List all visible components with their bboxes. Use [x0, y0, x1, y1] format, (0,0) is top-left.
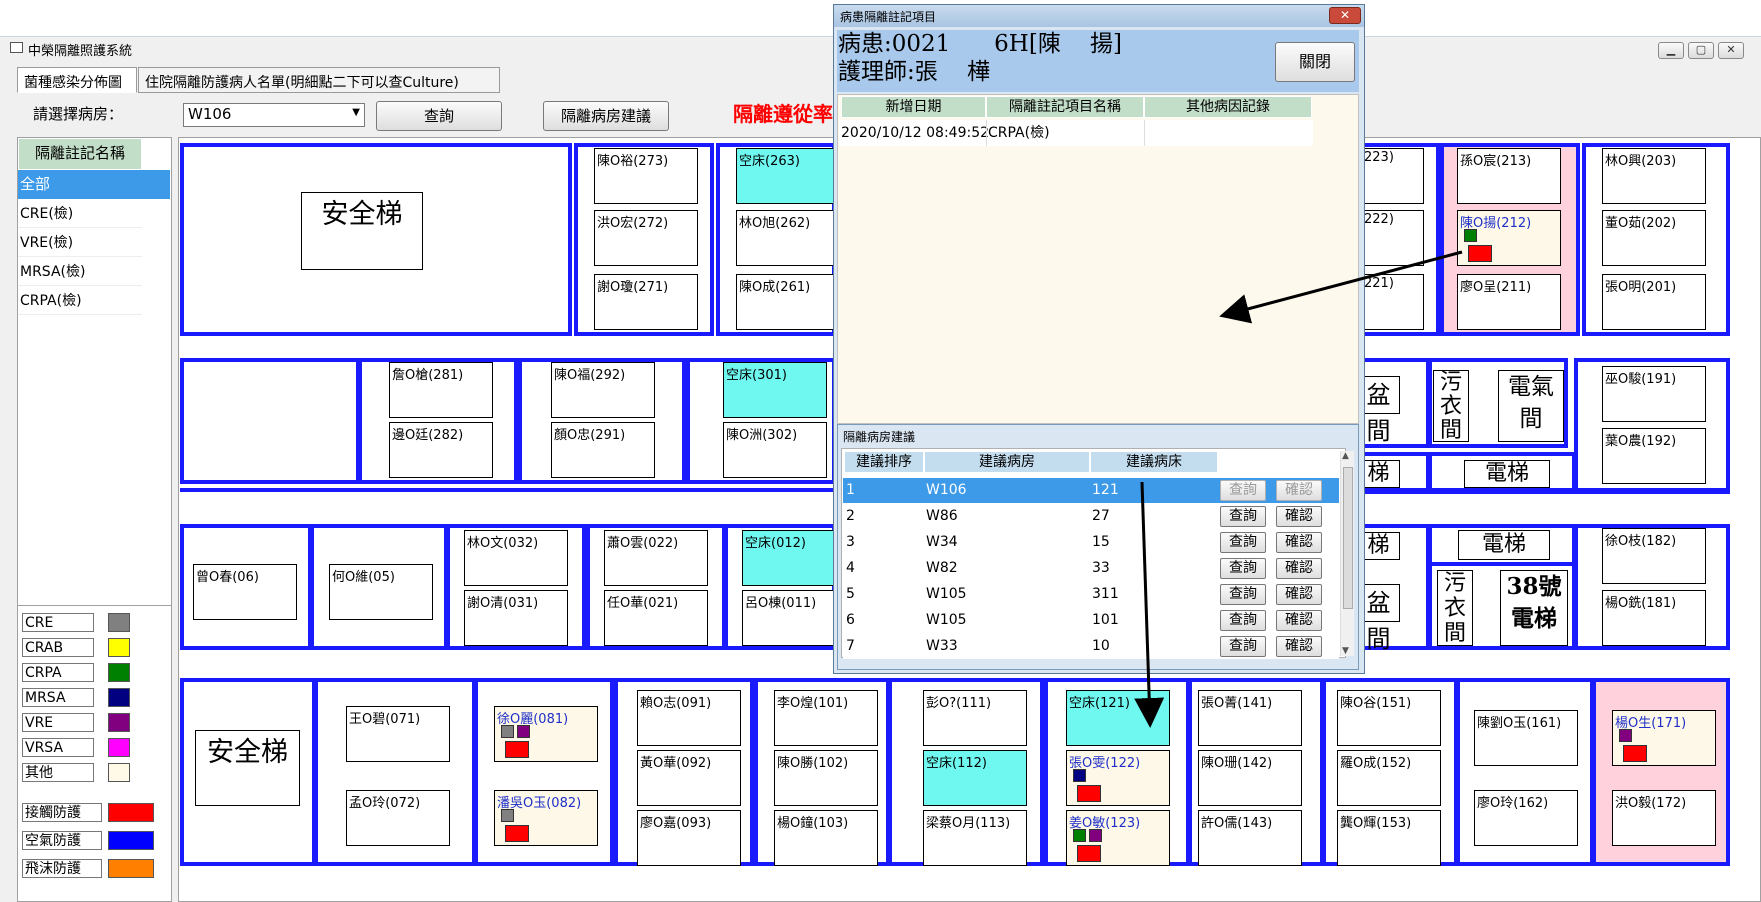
arrow-to-note: [1219, 250, 1463, 324]
annotation-arrows: [1134, 250, 1463, 728]
arrow-to-bed-121: [1134, 481, 1165, 728]
